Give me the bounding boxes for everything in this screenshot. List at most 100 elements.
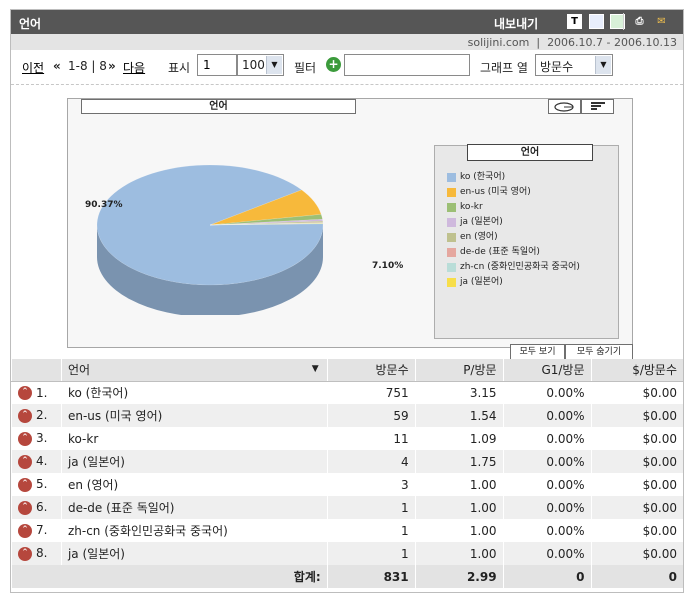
rank-cell: ⌃ 5. — [11, 473, 62, 496]
legend-item[interactable]: zh-cn (중화인민공화국 중국어) — [447, 260, 580, 275]
print-icon[interactable]: ⎙ — [632, 14, 647, 29]
legend-swatch — [447, 218, 456, 227]
expand-icon[interactable]: ⌃ — [18, 477, 32, 492]
language-cell[interactable]: ko-kr — [60, 427, 328, 450]
add-filter-icon[interactable]: + — [326, 57, 341, 72]
total-visits: 831 — [326, 565, 416, 588]
data-label-en-us: 7.10% — [372, 261, 404, 271]
visits-cell: 3 — [326, 473, 416, 496]
expand-icon[interactable]: ⌃ — [18, 408, 32, 423]
language-cell[interactable]: ko (한국어) — [60, 381, 328, 404]
rank-cell: ⌃ 4. — [11, 450, 62, 473]
bar-view-button[interactable] — [581, 99, 614, 114]
site-info-bar: solijini.com | 2006.10.7 - 2006.10.13 — [11, 34, 683, 50]
legend: 언어 ko (한국어) en-us (미국 영어) ko-kr ja (일본어) en … — [434, 144, 619, 339]
show-all-button[interactable]: 모두 보기 — [510, 344, 565, 360]
chevron-down-icon: ▼ — [595, 56, 611, 74]
first-page-icon[interactable]: « — [53, 59, 61, 73]
legend-item[interactable]: ko-kr — [447, 200, 580, 215]
legend-swatch — [447, 278, 456, 287]
goal-per-visit-cell: 0.00% — [502, 473, 592, 496]
pages-per-visit-cell: 1.75 — [414, 450, 504, 473]
bar-chart-icon — [591, 102, 605, 110]
visits-cell: 1 — [326, 519, 416, 542]
revenue-per-visit-cell: $0.00 — [590, 427, 683, 450]
column-header-pages-per-visit[interactable]: P/방문 — [414, 359, 504, 382]
next-link[interactable]: 다음 — [123, 59, 145, 76]
rank-header — [11, 359, 62, 382]
visits-cell: 751 — [326, 381, 416, 404]
expand-icon[interactable]: ⌃ — [18, 500, 32, 515]
export-text-icon[interactable]: T — [567, 14, 582, 29]
goal-per-visit-cell: 0.00% — [502, 381, 592, 404]
email-icon[interactable]: ✉ — [654, 14, 669, 29]
pie-view-button[interactable] — [548, 99, 581, 114]
table-row[interactable]: ⌃ 6. de-de (표준 독일어) 1 1.00 0.00% $0.00 — [11, 496, 683, 519]
graph-column-select[interactable]: 방문수 ▼ — [535, 54, 613, 76]
divider — [11, 84, 683, 85]
legend-item[interactable]: en (영어) — [447, 230, 580, 245]
revenue-per-visit-cell: $0.00 — [590, 473, 683, 496]
revenue-per-visit-cell: $0.00 — [590, 404, 683, 427]
table-row[interactable]: ⌃ 2. en-us (미국 영어) 59 1.54 0.00% $0.00 — [11, 404, 683, 427]
prev-link[interactable]: 이전 — [22, 59, 44, 76]
rank-cell: ⌃ 2. — [11, 404, 62, 427]
expand-icon[interactable]: ⌃ — [18, 454, 32, 469]
language-cell[interactable]: en (영어) — [60, 473, 328, 496]
sort-desc-icon[interactable]: ▼ — [312, 364, 319, 374]
total-label: 합계: — [11, 565, 328, 588]
goal-per-visit-cell: 0.00% — [502, 427, 592, 450]
revenue-per-visit-cell: $0.00 — [590, 542, 683, 565]
pie-chart — [96, 164, 324, 315]
column-header-goal-per-visit[interactable]: G1/방문 — [502, 359, 592, 382]
expand-icon[interactable]: ⌃ — [18, 546, 32, 561]
total-revenue-per-visit: 0 — [590, 565, 683, 588]
legend-item[interactable]: de-de (표준 독일어) — [447, 245, 580, 260]
language-cell[interactable]: zh-cn (중화인민공화국 중국어) — [60, 519, 328, 542]
filter-input[interactable] — [344, 54, 470, 76]
language-cell[interactable]: en-us (미국 영어) — [60, 404, 328, 427]
table-row[interactable]: ⌃ 1. ko (한국어) 751 3.15 0.00% $0.00 — [11, 381, 683, 404]
per-page-select[interactable]: 100 ▼ — [237, 54, 284, 76]
legend-swatch — [447, 233, 456, 242]
pages-per-visit-cell: 3.15 — [414, 381, 504, 404]
language-cell[interactable]: ja (일본어) — [60, 450, 328, 473]
expand-icon[interactable]: ⌃ — [18, 523, 32, 538]
legend-swatch — [447, 263, 456, 272]
last-page-icon[interactable]: » — [108, 59, 116, 73]
export-pdf-icon[interactable] — [589, 14, 604, 29]
column-header-language[interactable]: 언어 ▼ — [60, 359, 328, 382]
table-row[interactable]: ⌃ 8. ja (일본어) 1 1.00 0.00% $0.00 — [11, 542, 683, 565]
page-input[interactable] — [197, 54, 237, 76]
pages-per-visit-cell: 1.00 — [414, 496, 504, 519]
table-row[interactable]: ⌃ 5. en (영어) 3 1.00 0.00% $0.00 — [11, 473, 683, 496]
goal-per-visit-cell: 0.00% — [502, 542, 592, 565]
column-header-revenue-per-visit[interactable]: $/방문수 — [590, 359, 683, 382]
total-pages-per-visit: 2.99 — [414, 565, 504, 588]
table-row[interactable]: ⌃ 3. ko-kr 11 1.09 0.00% $0.00 — [11, 427, 683, 450]
expand-icon[interactable]: ⌃ — [18, 431, 32, 446]
table-row[interactable]: ⌃ 7. zh-cn (중화인민공화국 중국어) 1 1.00 0.00% $0.00 — [11, 519, 683, 542]
data-table: 언어 ▼ 방문수 P/방문 G1/방문 $/방문수 ⌃ 1. ko (한국어) 751… — [11, 359, 683, 588]
language-cell[interactable]: ja (일본어) — [60, 542, 328, 565]
legend-item[interactable]: en-us (미국 영어) — [447, 185, 580, 200]
legend-item[interactable]: ja (일본어) — [447, 275, 580, 290]
column-header-visits[interactable]: 방문수 — [326, 359, 416, 382]
visits-cell: 4 — [326, 450, 416, 473]
graph-column-value: 방문수 — [540, 60, 574, 74]
expand-icon[interactable]: ⌃ — [18, 386, 32, 400]
revenue-per-visit-cell: $0.00 — [590, 381, 683, 404]
page-title: 언어 — [19, 17, 42, 31]
rank-cell: ⌃ 6. — [11, 496, 62, 519]
pages-per-visit-cell: 1.00 — [414, 542, 504, 565]
revenue-per-visit-cell: $0.00 — [590, 496, 683, 519]
legend-item[interactable]: ko (한국어) — [447, 170, 580, 185]
language-cell[interactable]: de-de (표준 독일어) — [60, 496, 328, 519]
hide-all-button[interactable]: 모두 숨기기 — [565, 344, 633, 360]
pages-per-visit-cell: 1.00 — [414, 519, 504, 542]
total-row: 합계: 831 2.99 0 0 — [11, 565, 683, 588]
toolbar-divider — [623, 13, 624, 30]
per-page-value: 100 — [242, 58, 265, 72]
legend-item[interactable]: ja (일본어) — [447, 215, 580, 230]
table-row[interactable]: ⌃ 4. ja (일본어) 4 1.75 0.00% $0.00 — [11, 450, 683, 473]
